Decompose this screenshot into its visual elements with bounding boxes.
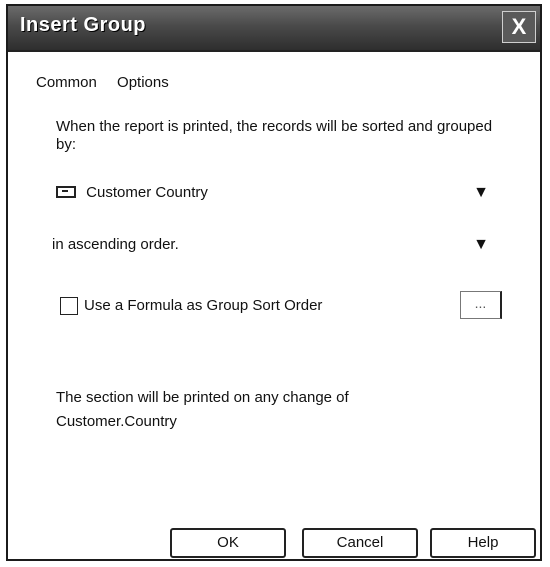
section-note: The section will be printed on any chang… [56,386,349,434]
chevron-down-icon: ▼ [473,236,489,253]
formula-sort-label: Use a Formula as Group Sort Order [84,297,323,314]
formula-editor-button[interactable]: ... [460,291,502,319]
field-icon [56,186,76,199]
sort-order-dropdown-button[interactable]: ▼ [468,234,494,256]
dialog-title: Insert Group [20,14,147,36]
tab-common[interactable]: Common [36,74,97,91]
close-icon: X [511,14,527,39]
title-bar: Insert Group X [8,6,540,52]
sort-description: When the report is printed, the records … [56,118,493,153]
group-field-select[interactable]: Customer Country [56,184,208,201]
group-field-dropdown-button[interactable]: ▼ [468,182,494,204]
sort-order-select[interactable]: in ascending order. [52,236,179,253]
tab-options[interactable]: Options [117,74,169,91]
section-note-line2: Customer.Country [56,413,177,430]
help-button[interactable]: Help [430,528,536,558]
group-field-value: Customer Country [86,184,208,201]
ok-button[interactable]: OK [170,528,286,558]
insert-group-dialog: Insert Group X Common Options When the r… [6,4,542,561]
close-button[interactable]: X [502,11,536,43]
chevron-down-icon: ▼ [473,184,489,201]
cancel-button[interactable]: Cancel [302,528,418,558]
section-note-line1: The section will be printed on any chang… [56,389,349,406]
formula-sort-checkbox[interactable] [60,297,78,315]
sort-order-value: in ascending order. [52,236,179,253]
tab-bar: Common Options [36,74,185,91]
